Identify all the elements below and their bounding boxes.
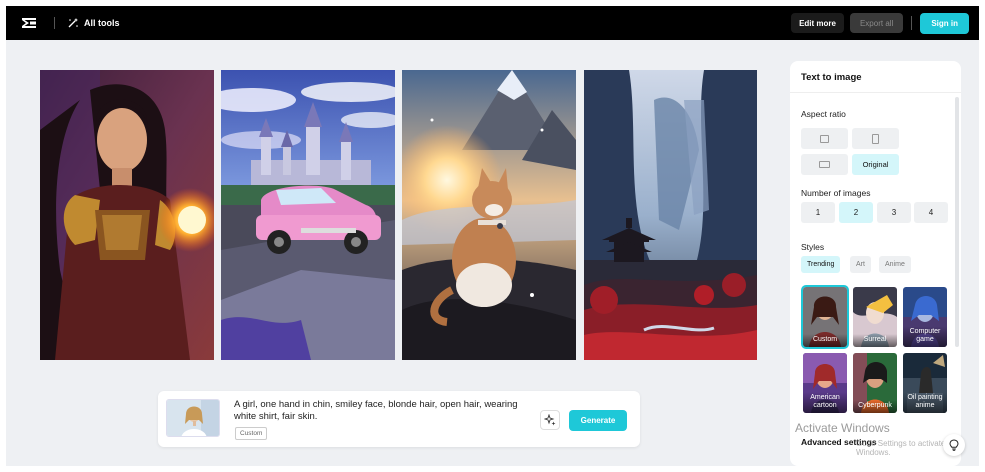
generate-button[interactable]: Generate [569,410,627,431]
style-card-surreal[interactable]: Surreal [853,287,897,347]
style-card-cyberpunk[interactable]: Cyberpunk [853,353,897,413]
num-images-1-button[interactable]: 1 [801,202,835,223]
number-of-images-label: Number of images [801,188,871,198]
generated-image-3[interactable] [402,70,576,360]
square-ratio-icon [820,134,829,143]
activate-windows-watermark: Activate Windows [795,421,890,435]
app-window: All tools Edit more Export all Sign in A… [6,6,979,466]
all-tools-label: All tools [84,18,120,28]
generated-image-2[interactable] [221,70,395,360]
all-tools-button[interactable]: All tools [67,17,120,29]
style-card-label: Cyberpunk [853,400,897,413]
sparkle-icon[interactable] [540,410,560,430]
num-images-2-button[interactable]: 2 [839,202,873,223]
prompt-bar: A girl, one hand in chin, smiley face, b… [158,391,640,447]
portrait-ratio-icon [872,133,879,144]
magic-wand-icon [68,18,78,28]
aspect-square-button[interactable] [801,128,848,149]
reference-image-thumbnail[interactable] [166,399,220,437]
aspect-original-button[interactable]: Original [852,154,899,175]
settings-panel: Text to image Aspect ratio Original Numb… [790,61,961,466]
style-card-label: Custom [803,334,847,347]
aspect-ratio-label: Aspect ratio [801,109,846,119]
tab-art[interactable]: Art [850,256,871,273]
aspect-landscape-button[interactable] [801,154,848,175]
tab-trending[interactable]: Trending [801,256,841,273]
style-card-custom[interactable]: Custom [801,285,849,349]
panel-divider [790,92,961,93]
generated-image-1[interactable] [40,70,214,360]
styles-label: Styles [801,242,825,252]
landscape-ratio-icon [819,161,830,168]
style-card-label: Computer game [903,326,947,347]
panel-title: Text to image [801,72,862,83]
num-images-3-button[interactable]: 3 [877,202,911,223]
header-divider-right [911,16,913,30]
export-all-button[interactable]: Export all [849,13,904,33]
style-card-oil-painting-anime[interactable]: Oil painting anime [903,353,947,413]
num-images-4-button[interactable]: 4 [914,202,948,223]
style-card-label: Surreal [853,334,897,347]
header-divider [54,17,55,29]
style-card-label: American cartoon [803,392,847,413]
prompt-text[interactable]: A girl, one hand in chin, smiley face, b… [234,399,524,423]
sign-in-button[interactable]: Sign in [920,12,969,34]
generated-image-4[interactable] [584,70,757,360]
style-card-label: Oil painting anime [903,392,947,413]
top-bar: All tools Edit more Export all Sign in [6,6,979,40]
prompt-style-tag: Custom [235,427,268,440]
tab-anime[interactable]: Anime [879,256,911,273]
style-card-computer-game[interactable]: Computer game [903,287,947,347]
style-card-american-cartoon[interactable]: American cartoon [803,353,847,413]
capcut-logo-icon[interactable] [20,14,38,32]
lightbulb-icon[interactable] [943,434,965,456]
panel-scrollbar[interactable] [955,97,959,347]
header-actions: Edit more Export all Sign in [791,12,969,34]
aspect-portrait-button[interactable] [852,128,899,149]
edit-more-button[interactable]: Edit more [791,13,844,33]
